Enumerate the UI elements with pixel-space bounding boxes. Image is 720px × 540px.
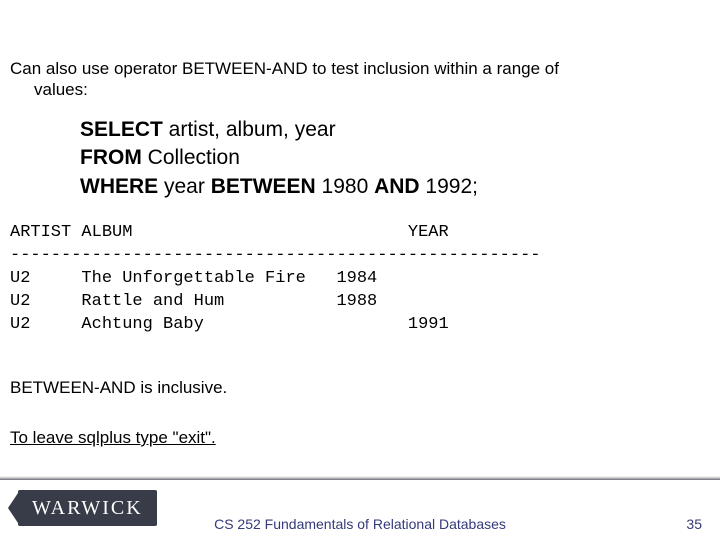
intro-line-1: Can also use operator BETWEEN-AND to tes… xyxy=(10,58,710,79)
footer-course-title: CS 252 Fundamentals of Relational Databa… xyxy=(0,516,720,532)
slide: Can also use operator BETWEEN-AND to tes… xyxy=(0,0,720,540)
keyword-where: WHERE xyxy=(80,175,158,198)
intro-line-2: values: xyxy=(10,79,710,100)
keyword-select: SELECT xyxy=(80,118,163,141)
query-result: ARTIST ALBUM YEAR ----------------------… xyxy=(10,222,541,337)
note-inclusive: BETWEEN-AND is inclusive. xyxy=(10,378,227,398)
between-low: 1980 xyxy=(316,175,374,198)
between-high: 1992; xyxy=(420,175,478,198)
from-table: Collection xyxy=(142,146,240,169)
where-column: year xyxy=(158,175,211,198)
keyword-between: BETWEEN xyxy=(211,175,316,198)
sql-line-select: SELECT artist, album, year xyxy=(80,116,478,144)
page-number: 35 xyxy=(686,516,702,532)
keyword-and: AND xyxy=(374,175,420,198)
sql-block: SELECT artist, album, year FROM Collecti… xyxy=(80,116,478,201)
note-exit: To leave sqlplus type "exit". xyxy=(10,428,216,448)
sql-line-where: WHERE year BETWEEN 1980 AND 1992; xyxy=(80,173,478,201)
footer-divider xyxy=(0,476,720,480)
intro-text: Can also use operator BETWEEN-AND to tes… xyxy=(10,58,710,101)
sql-line-from: FROM Collection xyxy=(80,144,478,172)
select-columns: artist, album, year xyxy=(163,118,336,141)
keyword-from: FROM xyxy=(80,146,142,169)
